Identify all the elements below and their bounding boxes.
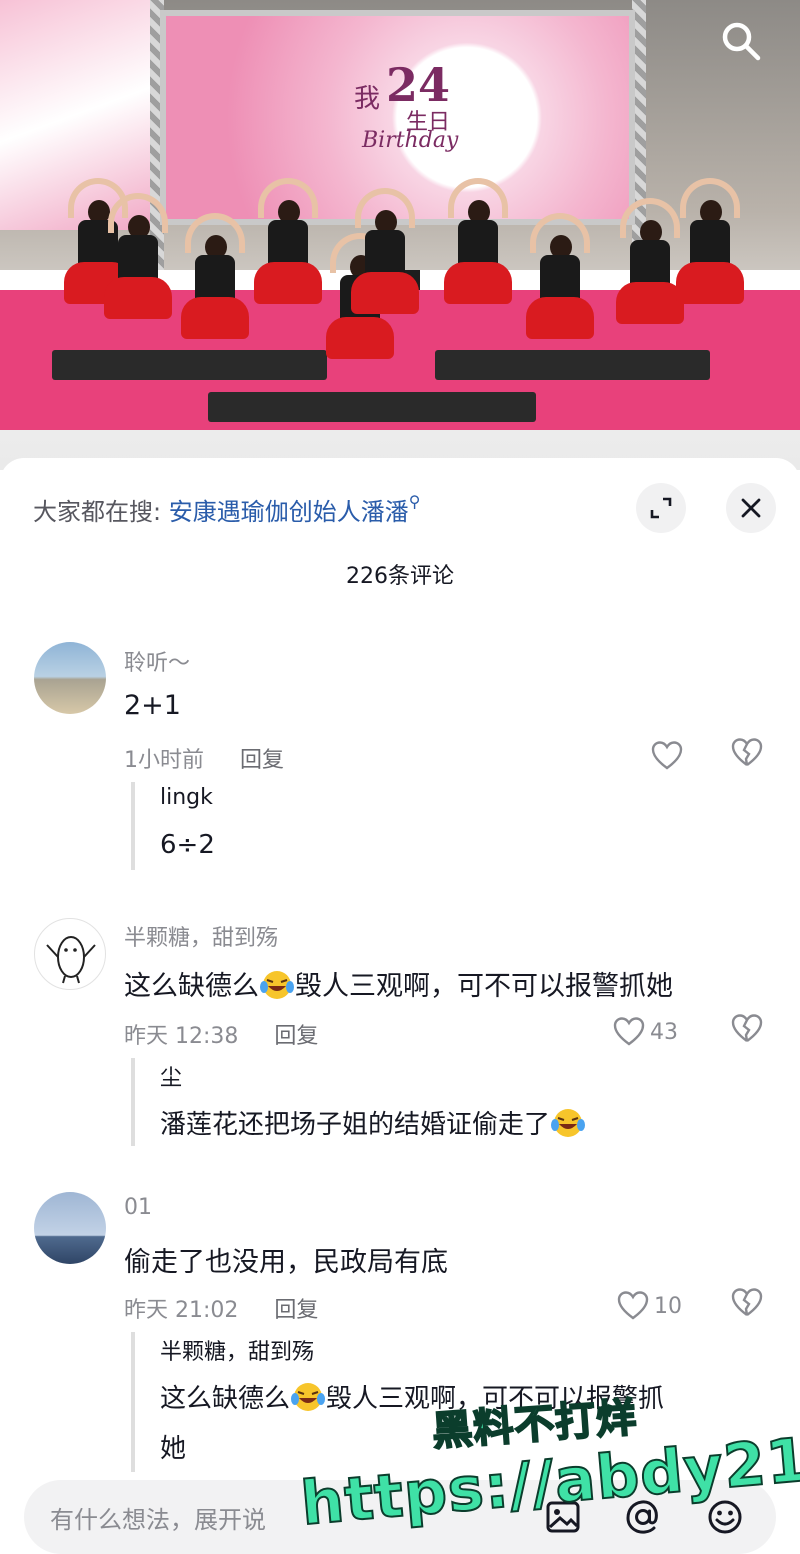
comment-username[interactable]: 半颗糖，甜到殇 [124, 920, 278, 952]
comment-input-placeholder[interactable]: 有什么想法，展开说 [50, 1500, 266, 1535]
laugh-cry-emoji-icon [551, 1109, 586, 1137]
small-search-icon: ⚲ [408, 492, 421, 511]
comment-text: 偷走了也没用，民政局有底 [124, 1247, 448, 1278]
yoga-mat [52, 350, 327, 380]
comment-username[interactable]: 聆听～ [124, 645, 190, 677]
reply-button[interactable]: 回复 [274, 1298, 318, 1323]
reply-thread [131, 782, 135, 870]
reply-username[interactable]: 尘 [160, 1060, 182, 1092]
hot-search-prefix: 大家都在搜: [33, 498, 162, 526]
reply-thread [131, 1058, 135, 1146]
broken-heart-icon [731, 1014, 763, 1042]
banner-text: Birthday [362, 128, 459, 153]
close-icon [741, 498, 761, 518]
comment-meta: 1小时前 回复 [124, 742, 284, 774]
comment-meta: 昨天 12:38 回复 [124, 1018, 318, 1050]
reply-username[interactable]: 半颗糖，甜到殇 [160, 1334, 314, 1366]
reply-text-line2: 她 [160, 1434, 187, 1464]
dislike-button[interactable] [730, 1012, 770, 1052]
comment-text-part: 毁人三观啊，可不可以报警抓她 [295, 971, 673, 1002]
like-button[interactable]: 43 [612, 1012, 678, 1052]
reply-text: 潘莲花还把场子姐的结婚证偷走了 [160, 1104, 586, 1141]
search-button[interactable] [718, 18, 768, 68]
doodle-avatar-icon [46, 936, 96, 984]
comment-meta: 昨天 21:02 回复 [124, 1292, 318, 1324]
comment-count: 226条评论 [346, 564, 454, 589]
hot-search-bar[interactable]: 大家都在搜: 安康遇瑜伽创始人潘潘⚲ [33, 492, 420, 527]
comment-time: 1小时前 [124, 748, 204, 773]
comment-text-part: 这么缺德么 [124, 971, 259, 1002]
like-count: 43 [650, 1019, 678, 1045]
laugh-cry-emoji-icon [291, 1383, 326, 1411]
banner-text: 我 [354, 84, 381, 114]
dislike-button[interactable] [730, 736, 770, 776]
close-button[interactable] [726, 483, 776, 533]
avatar[interactable] [34, 918, 106, 990]
search-icon [722, 22, 761, 61]
reply-button[interactable]: 回复 [240, 748, 284, 773]
yoga-mat [208, 392, 536, 422]
expand-icon [650, 497, 672, 519]
reply-button[interactable]: 回复 [274, 1024, 318, 1049]
avatar[interactable] [34, 642, 106, 714]
reply-text-part: 潘莲花还把场子姐的结婚证偷走了 [160, 1110, 551, 1140]
comment-text: 这么缺德么 毁人三观啊，可不可以报警抓她 [124, 964, 673, 1003]
broken-heart-icon [731, 1288, 763, 1316]
reply-text: 6÷2 [160, 830, 215, 860]
yoga-mat [435, 350, 710, 380]
reply-username[interactable]: lingk [160, 785, 213, 810]
heart-icon [613, 1017, 645, 1046]
avatar[interactable] [34, 1192, 106, 1264]
heart-icon [617, 1291, 649, 1320]
reply-text-part: 这么缺德么 [160, 1384, 291, 1414]
heart-icon [651, 741, 683, 770]
like-count: 10 [654, 1293, 682, 1319]
comment-username[interactable]: 01 [124, 1195, 152, 1220]
comment-time: 昨天 21:02 [124, 1298, 239, 1323]
dislike-button[interactable] [730, 1286, 770, 1326]
hot-search-keyword[interactable]: 安康遇瑜伽创始人潘潘 [169, 498, 409, 526]
reply-thread [131, 1332, 135, 1472]
expand-button[interactable] [636, 483, 686, 533]
comment-time: 昨天 12:38 [124, 1024, 239, 1049]
like-button[interactable] [650, 736, 688, 776]
laugh-cry-emoji-icon [260, 971, 294, 999]
video-player[interactable]: 我 24 生日 Birthday [0, 0, 800, 470]
like-button[interactable]: 10 [616, 1286, 682, 1326]
comment-text: 2+1 [124, 690, 181, 721]
broken-heart-icon [731, 738, 763, 766]
